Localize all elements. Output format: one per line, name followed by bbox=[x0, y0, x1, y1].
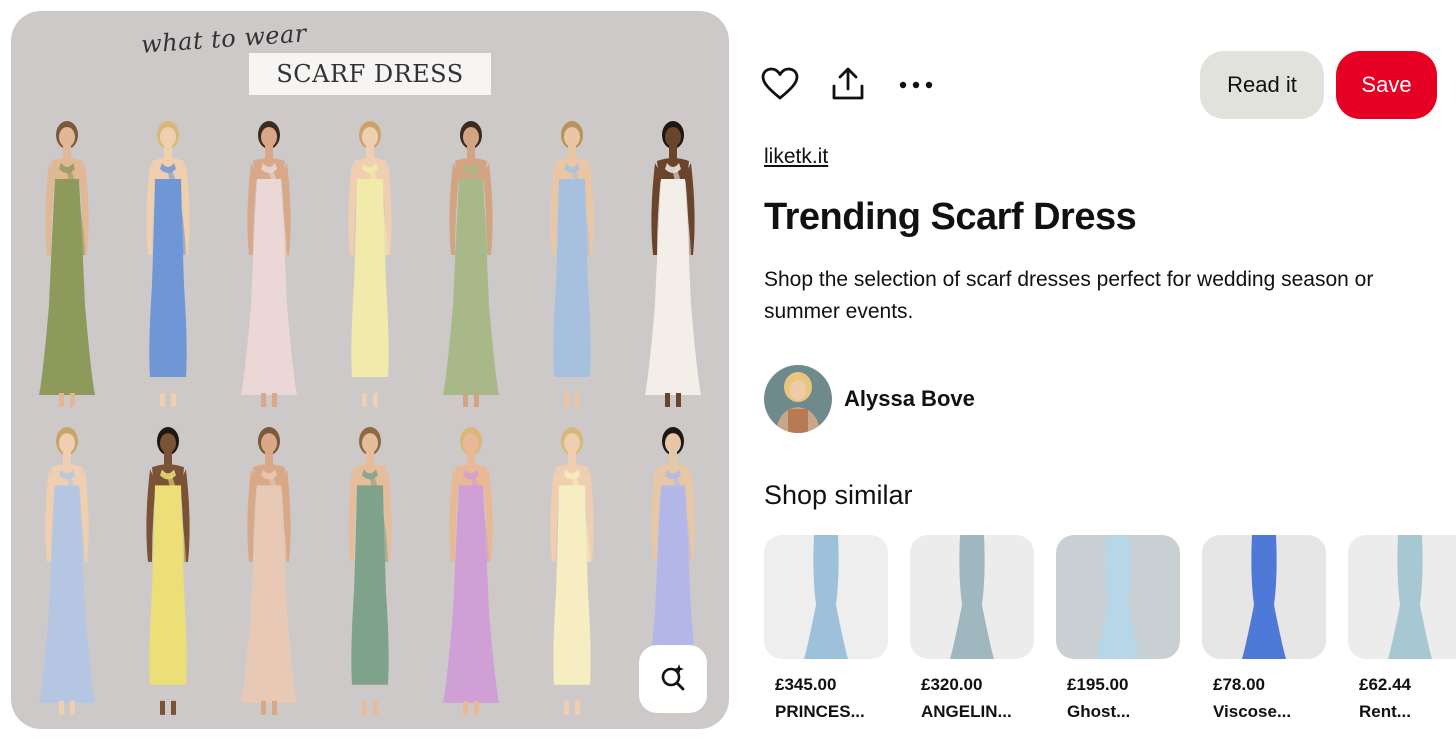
product-thumbnail[interactable] bbox=[1202, 535, 1326, 659]
row1-dress-1 bbox=[25, 115, 109, 415]
share-icon bbox=[830, 66, 866, 107]
product-name: ANGELIN... bbox=[921, 702, 1012, 721]
product-name: Viscose... bbox=[1213, 702, 1292, 721]
product-price: £320.00 bbox=[921, 675, 983, 694]
product-card[interactable]: £195.00 Ghost... bbox=[1056, 535, 1180, 746]
save-button[interactable]: Save bbox=[1336, 51, 1437, 119]
product-price: £78.00 bbox=[1213, 675, 1265, 694]
more-options-button[interactable] bbox=[894, 64, 938, 108]
shop-similar-heading: Shop similar bbox=[764, 480, 913, 510]
lens-icon bbox=[658, 662, 688, 697]
share-button[interactable] bbox=[826, 64, 870, 108]
row1-dress-7 bbox=[631, 115, 715, 415]
heart-icon bbox=[761, 67, 799, 106]
source-link[interactable]: liketk.it bbox=[764, 145, 828, 169]
product-thumbnail[interactable] bbox=[910, 535, 1034, 659]
row1-dress-6 bbox=[530, 115, 614, 415]
product-card[interactable]: £320.00 ANGELIN... bbox=[910, 535, 1034, 746]
row1-dress-2 bbox=[126, 115, 210, 415]
product-price: £62.44 bbox=[1359, 675, 1411, 694]
read-it-button[interactable]: Read it bbox=[1200, 51, 1324, 119]
product-name: PRINCES... bbox=[775, 702, 865, 721]
product-thumbnail[interactable] bbox=[1348, 535, 1456, 659]
product-card[interactable]: £345.00 PRINCES... bbox=[764, 535, 888, 746]
title-card: SCARF DRESS bbox=[249, 53, 491, 95]
row2-dress-5 bbox=[429, 421, 513, 723]
row1-dress-4 bbox=[328, 115, 412, 415]
product-name: Ghost... bbox=[1067, 702, 1131, 721]
product-price: £195.00 bbox=[1067, 675, 1129, 694]
author-profile[interactable]: Alyssa Bove bbox=[764, 365, 975, 433]
shop-similar-carousel[interactable]: £345.00 PRINCES... £320.00 ANGELIN... £1… bbox=[764, 535, 1456, 746]
product-name: Rent... bbox=[1359, 702, 1411, 721]
pin-image[interactable]: what to wear SCARF DRESS bbox=[11, 11, 729, 729]
row1-dress-3 bbox=[227, 115, 311, 415]
product-thumbnail[interactable] bbox=[764, 535, 888, 659]
product-card[interactable]: £62.44 Rent... bbox=[1348, 535, 1456, 746]
row2-dress-2 bbox=[126, 421, 210, 723]
row2-dress-3 bbox=[227, 421, 311, 723]
avatar[interactable] bbox=[764, 365, 832, 433]
dress-row-2 bbox=[25, 421, 715, 723]
more-icon bbox=[898, 77, 934, 95]
row2-dress-1 bbox=[25, 421, 109, 723]
pin-description: Shop the selection of scarf dresses perf… bbox=[764, 268, 1374, 323]
product-price: £345.00 bbox=[775, 675, 837, 694]
product-thumbnail[interactable] bbox=[1056, 535, 1180, 659]
author-name: Alyssa Bove bbox=[844, 386, 975, 411]
row2-dress-6 bbox=[530, 421, 614, 723]
row2-dress-4 bbox=[328, 421, 412, 723]
row1-dress-5 bbox=[429, 115, 513, 415]
heart-button[interactable] bbox=[758, 64, 802, 108]
product-card[interactable]: £78.00 Viscose... bbox=[1202, 535, 1326, 746]
visual-search-button[interactable] bbox=[639, 645, 707, 713]
dress-row-1 bbox=[25, 115, 715, 415]
pin-title: Trending Scarf Dress bbox=[764, 196, 1137, 238]
